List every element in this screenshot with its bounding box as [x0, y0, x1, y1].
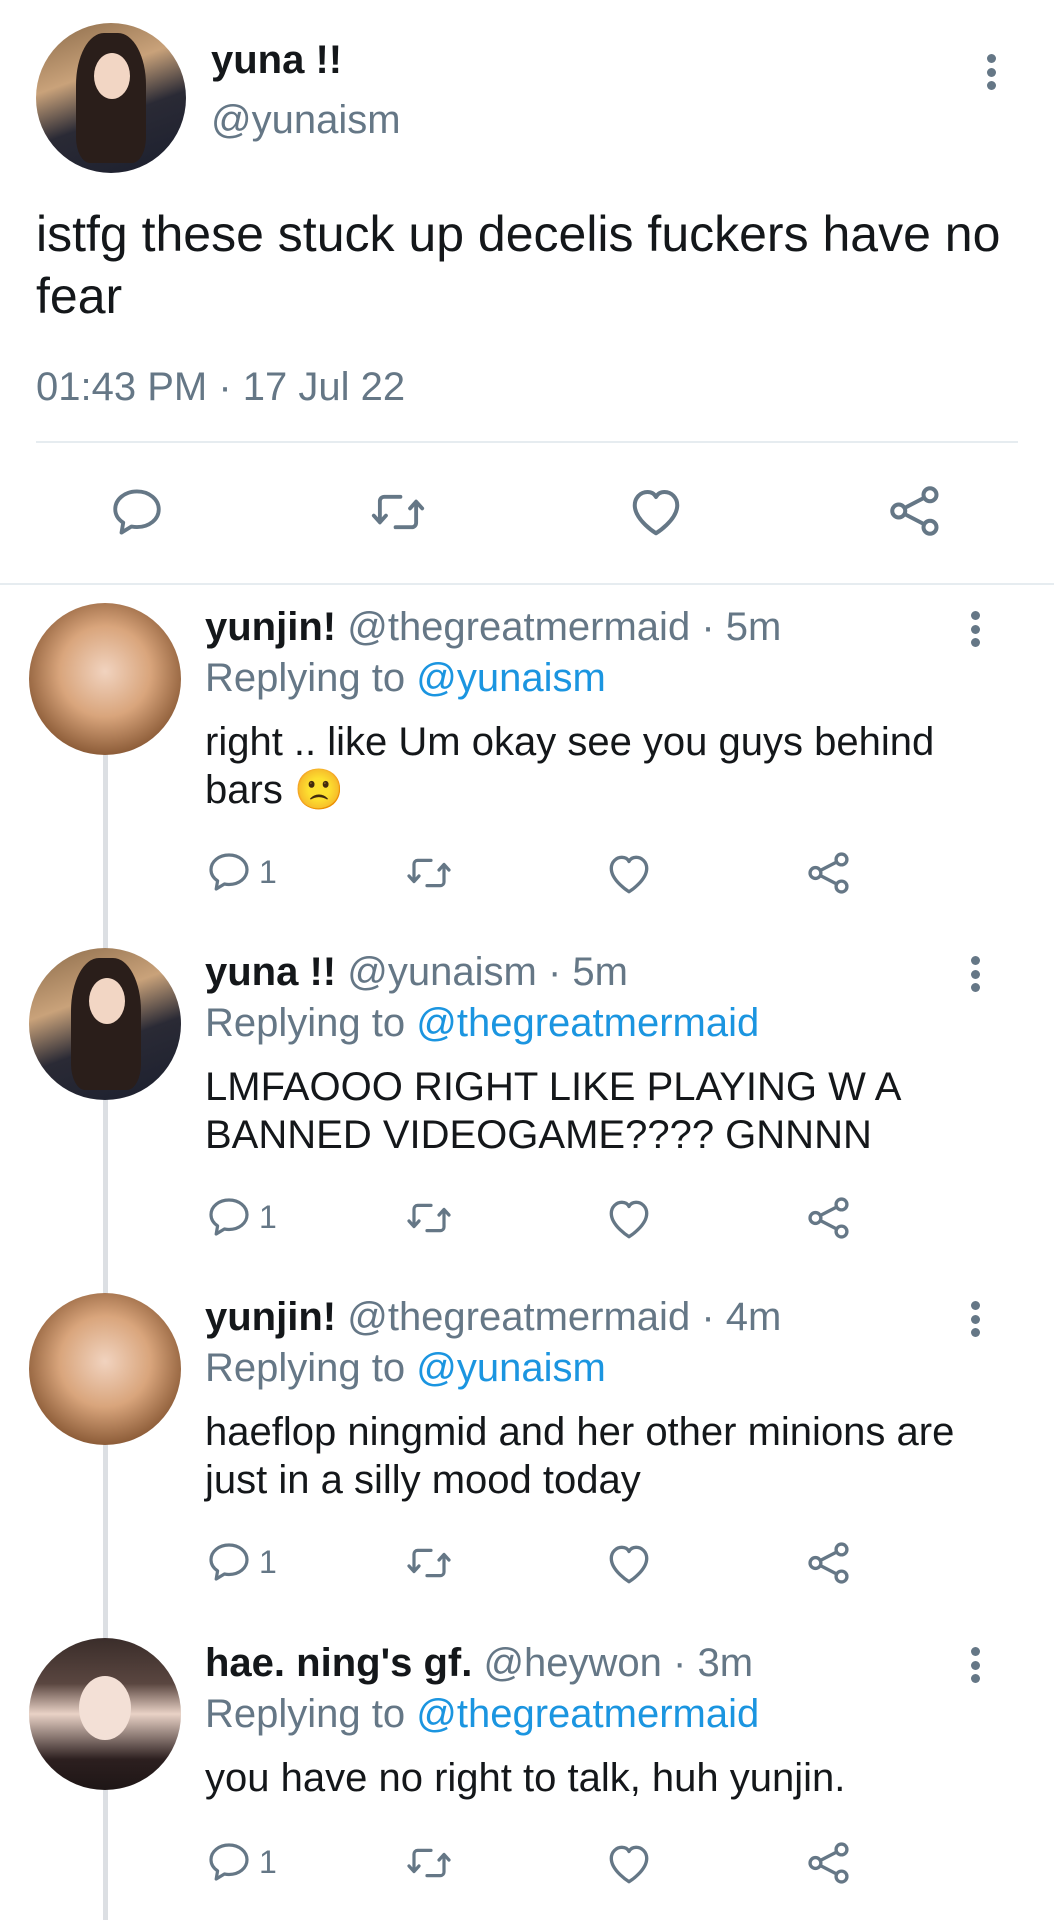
- reply-header: hae. ning's gf. @heywon · 3m: [205, 1641, 753, 1686]
- retweet-button[interactable]: [403, 1839, 455, 1887]
- author-display-name[interactable]: yuna !!: [211, 38, 342, 83]
- replying-to-handle[interactable]: @yunaism: [416, 1346, 606, 1390]
- author-handle[interactable]: @yunaism: [211, 98, 401, 143]
- like-button[interactable]: [626, 482, 686, 542]
- more-options-icon[interactable]: [963, 950, 987, 998]
- like-button[interactable]: [604, 849, 654, 899]
- share-button[interactable]: [804, 1538, 854, 1588]
- like-icon: [604, 1539, 654, 1589]
- reply-icon: [205, 1193, 253, 1241]
- reply-time: · 5m: [547, 950, 628, 994]
- share-button[interactable]: [804, 1838, 854, 1888]
- reply-icon: [108, 483, 166, 541]
- avatar[interactable]: [29, 1638, 181, 1790]
- share-icon: [804, 1193, 854, 1243]
- replying-to: Replying to @yunaism: [205, 1346, 606, 1391]
- reply-handle[interactable]: @thegreatmermaid: [347, 605, 690, 649]
- more-options-icon[interactable]: [979, 48, 1003, 96]
- replying-to-handle[interactable]: @thegreatmermaid: [416, 1001, 759, 1045]
- share-icon: [804, 1838, 854, 1888]
- tweet-time: 01:43 PM: [36, 365, 208, 409]
- reply-button[interactable]: 1: [205, 1538, 277, 1586]
- like-icon: [626, 482, 686, 542]
- replying-to-label: Replying to: [205, 1001, 406, 1045]
- section-divider: [0, 583, 1054, 585]
- reply-text: right .. like Um okay see you guys behin…: [205, 718, 995, 814]
- like-button[interactable]: [604, 1539, 654, 1589]
- reply-text: you have no right to talk, huh yunjin.: [205, 1756, 846, 1800]
- more-options-icon[interactable]: [963, 1641, 987, 1689]
- replying-to-label: Replying to: [205, 656, 406, 700]
- reply-text: LMFAOOO RIGHT LIKE PLAYING W A BANNED VI…: [205, 1065, 900, 1157]
- reply-handle[interactable]: @heywon: [483, 1641, 661, 1685]
- share-button[interactable]: [885, 481, 945, 541]
- retweet-button[interactable]: [367, 483, 429, 541]
- avatar[interactable]: [29, 603, 181, 755]
- retweet-icon: [403, 1539, 455, 1587]
- reply-button[interactable]: [108, 483, 166, 541]
- reply-header: yuna !! @yunaism · 5m: [205, 950, 628, 995]
- like-button[interactable]: [604, 1839, 654, 1889]
- retweet-button[interactable]: [403, 849, 455, 897]
- divider: [36, 441, 1018, 443]
- share-icon: [804, 1538, 854, 1588]
- like-icon: [604, 1194, 654, 1244]
- retweet-icon: [403, 1194, 455, 1242]
- tweet-date: 17 Jul 22: [242, 365, 406, 409]
- more-options-icon[interactable]: [963, 605, 987, 653]
- avatar[interactable]: [36, 23, 186, 173]
- frowning-face-emoji: 🙁: [293, 768, 344, 812]
- avatar[interactable]: [29, 1293, 181, 1445]
- replying-to-handle[interactable]: @thegreatmermaid: [416, 1692, 759, 1736]
- avatar[interactable]: [29, 948, 181, 1100]
- replying-to-label: Replying to: [205, 1692, 406, 1736]
- replying-to-handle[interactable]: @yunaism: [416, 656, 606, 700]
- reply-text: haeflop ningmid and her other minions ar…: [205, 1410, 955, 1502]
- like-icon: [604, 1839, 654, 1889]
- reply-display-name[interactable]: yunjin!: [205, 1295, 336, 1339]
- reply-icon: [205, 1538, 253, 1586]
- reply-button[interactable]: 1: [205, 1193, 277, 1241]
- like-icon: [604, 849, 654, 899]
- reply-handle[interactable]: @yunaism: [347, 950, 537, 994]
- timestamp-separator: ·: [218, 365, 232, 409]
- reply-time: · 5m: [701, 605, 782, 649]
- share-button[interactable]: [804, 848, 854, 898]
- share-icon: [885, 481, 945, 541]
- tweet-text: istfg these stuck up decelis fuckers hav…: [36, 206, 1001, 324]
- reply-icon: [205, 1838, 253, 1886]
- reply-display-name[interactable]: yuna !!: [205, 950, 336, 994]
- reply-count: 1: [259, 1198, 277, 1235]
- replying-to: Replying to @yunaism: [205, 656, 606, 701]
- reply-button[interactable]: 1: [205, 848, 277, 896]
- reply-time: · 3m: [673, 1641, 754, 1685]
- reply-count: 1: [259, 853, 277, 890]
- retweet-icon: [403, 1839, 455, 1887]
- retweet-icon: [367, 483, 429, 541]
- reply-time: · 4m: [701, 1295, 782, 1339]
- retweet-button[interactable]: [403, 1194, 455, 1242]
- reply-icon: [205, 848, 253, 896]
- reply-button[interactable]: 1: [205, 1838, 277, 1886]
- retweet-icon: [403, 849, 455, 897]
- tweet-timestamp: 01:43 PM · 17 Jul 22: [36, 365, 405, 410]
- reply-header: yunjin! @thegreatmermaid · 4m: [205, 1295, 781, 1340]
- reply-display-name[interactable]: hae. ning's gf.: [205, 1641, 472, 1685]
- reply-handle[interactable]: @thegreatmermaid: [347, 1295, 690, 1339]
- share-icon: [804, 848, 854, 898]
- more-options-icon[interactable]: [963, 1295, 987, 1343]
- like-button[interactable]: [604, 1194, 654, 1244]
- share-button[interactable]: [804, 1193, 854, 1243]
- reply-display-name[interactable]: yunjin!: [205, 605, 336, 649]
- replying-to-label: Replying to: [205, 1346, 406, 1390]
- reply-header: yunjin! @thegreatmermaid · 5m: [205, 605, 781, 650]
- replying-to: Replying to @thegreatmermaid: [205, 1001, 759, 1046]
- replying-to: Replying to @thegreatmermaid: [205, 1692, 759, 1737]
- retweet-button[interactable]: [403, 1539, 455, 1587]
- reply-count: 1: [259, 1543, 277, 1580]
- reply-count: 1: [259, 1843, 277, 1880]
